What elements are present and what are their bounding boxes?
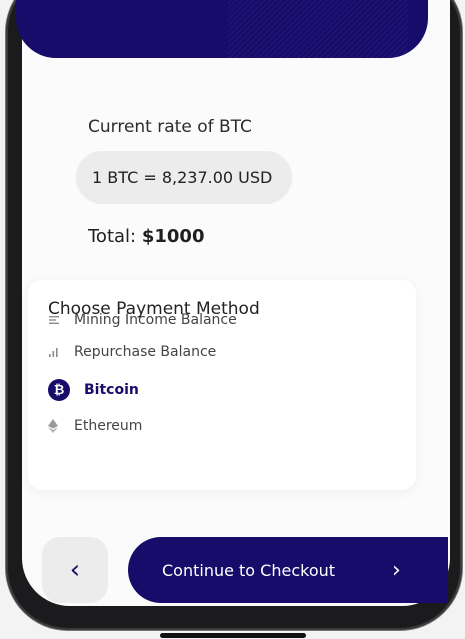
rate-value-pill: 1 BTC = 8,237.00 USD <box>76 151 293 204</box>
payment-option-label: Bitcoin <box>84 382 139 398</box>
rate-label: Current rate of BTC <box>88 117 252 137</box>
total-label: Total: <box>88 226 137 247</box>
signal-bars-icon <box>48 346 74 358</box>
payment-option-bitcoin[interactable]: ₿ Bitcoin <box>48 379 139 401</box>
rate-value: 1 BTC = 8,237.00 USD <box>92 168 273 187</box>
payment-option-ethereum[interactable]: Ethereum <box>48 418 142 434</box>
back-button[interactable]: ‹ <box>42 537 108 603</box>
total-amount: $1000 <box>141 226 205 247</box>
payment-option-repurchase[interactable]: Repurchase Balance <box>48 344 216 360</box>
home-indicator <box>160 633 306 638</box>
chevron-left-icon: ‹ <box>69 555 81 585</box>
bitcoin-icon: ₿ <box>48 379 70 401</box>
total: Total: $1000 <box>88 226 204 247</box>
payment-option-label: Repurchase Balance <box>74 344 217 360</box>
list-lines-icon <box>48 314 74 326</box>
payment-option-mining-income[interactable]: Mining Income Balance <box>48 312 237 328</box>
app-screen: Current rate of BTC 1 BTC = 8,237.00 USD… <box>0 0 465 639</box>
continue-button-label: Continue to Checkout <box>162 560 336 580</box>
payment-option-label: Mining Income Balance <box>74 312 237 328</box>
payment-option-label: Ethereum <box>74 418 143 434</box>
chevron-right-icon: › <box>392 557 401 583</box>
ethereum-icon <box>48 419 74 433</box>
continue-to-checkout-button[interactable]: Continue to Checkout › <box>128 537 448 603</box>
header-banner <box>16 0 428 58</box>
